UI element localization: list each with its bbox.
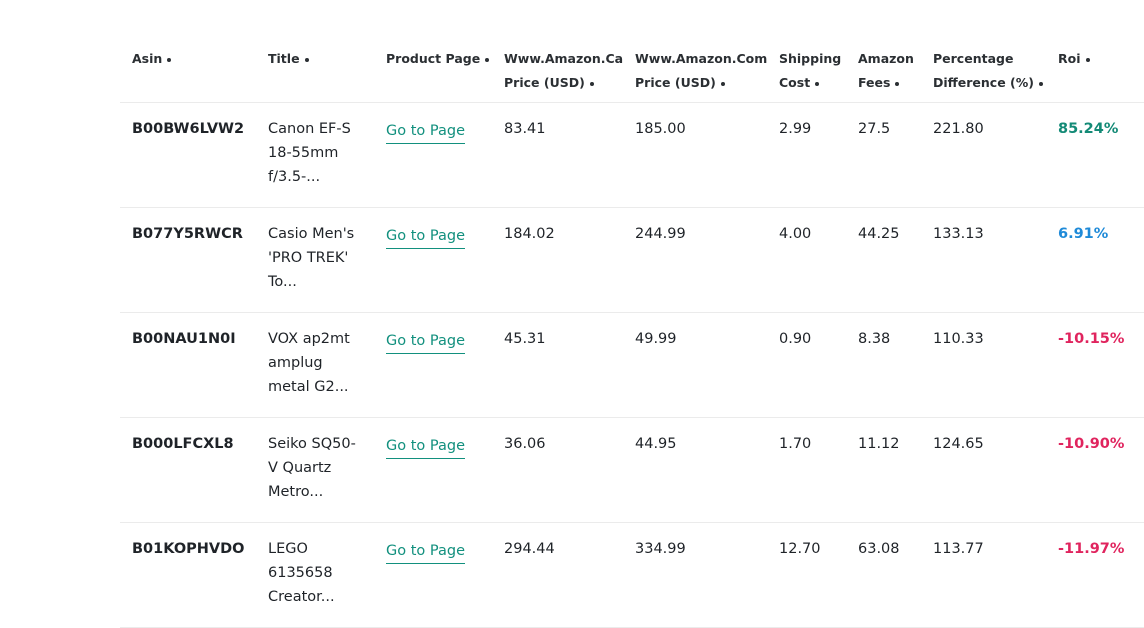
asin-cell: B00BW6LVW2 (132, 121, 245, 137)
shipping-cost-cell: 0.90 (779, 331, 812, 347)
title-cell: Seiko SQ50- V Quartz Metro... (268, 436, 356, 500)
sort-dot-icon (815, 81, 820, 86)
table-header: Asin Title Product Page Www.Amazon.Ca Pri… (120, 0, 1144, 103)
amazon-fees-cell: 44.25 (858, 226, 900, 242)
amazon-fees-cell: 8.38 (858, 331, 891, 347)
column-header-shipping-cost[interactable]: Shipping Cost (779, 47, 841, 95)
percentage-difference-cell: 124.65 (933, 436, 984, 452)
sort-dot-icon (167, 57, 172, 62)
sort-dot-icon (720, 81, 725, 86)
percentage-difference-cell: 221.80 (933, 121, 984, 137)
com-price-cell: 334.99 (635, 541, 686, 557)
roi-cell: 85.24% (1058, 121, 1119, 137)
column-header-title[interactable]: Title (268, 47, 309, 71)
shipping-cost-cell: 1.70 (779, 436, 812, 452)
go-to-page-link[interactable]: Go to Page (386, 436, 465, 459)
column-header-product-page[interactable]: Product Page (386, 47, 490, 71)
column-header-com-price[interactable]: Www.Amazon.Com Price (USD) (635, 47, 767, 95)
asin-cell: B00NAU1N0I (132, 331, 236, 347)
table-row: B00BW6LVW2 Canon EF-S 18-55mm f/3.5-... Go… (120, 103, 1144, 208)
amazon-fees-cell: 11.12 (858, 436, 900, 452)
table-row: B01KOPHVDO LEGO 6135658 Creator... Go to P… (120, 523, 1144, 628)
roi-cell: -11.97% (1058, 541, 1125, 557)
table-row: B00NAU1N0I VOX ap2mt amplug metal G2... Go… (120, 313, 1144, 418)
title-cell: LEGO 6135658 Creator... (268, 541, 335, 605)
column-header-percentage-difference[interactable]: Percentage Difference (%) (933, 47, 1043, 95)
shipping-cost-cell: 12.70 (779, 541, 821, 557)
ca-price-cell: 294.44 (504, 541, 555, 557)
percentage-difference-cell: 110.33 (933, 331, 984, 347)
com-price-cell: 185.00 (635, 121, 686, 137)
roi-cell: -10.15% (1058, 331, 1125, 347)
ca-price-cell: 45.31 (504, 331, 546, 347)
go-to-page-link[interactable]: Go to Page (386, 541, 465, 564)
com-price-cell: 44.95 (635, 436, 677, 452)
title-cell: Canon EF-S 18-55mm f/3.5-... (268, 121, 351, 185)
amazon-fees-cell: 27.5 (858, 121, 891, 137)
column-header-asin[interactable]: Asin (132, 47, 172, 71)
column-header-ca-price[interactable]: Www.Amazon.Ca Price (USD) (504, 47, 623, 95)
amazon-fees-cell: 63.08 (858, 541, 900, 557)
ca-price-cell: 83.41 (504, 121, 546, 137)
title-cell: Casio Men's 'PRO TREK' To... (268, 226, 355, 290)
sort-dot-icon (589, 81, 594, 86)
com-price-cell: 49.99 (635, 331, 677, 347)
column-header-roi[interactable]: Roi (1058, 47, 1090, 71)
go-to-page-link[interactable]: Go to Page (386, 121, 465, 144)
ca-price-cell: 184.02 (504, 226, 555, 242)
asin-cell: B077Y5RWCR (132, 226, 243, 242)
shipping-cost-cell: 4.00 (779, 226, 812, 242)
sort-dot-icon (895, 81, 900, 86)
percentage-difference-cell: 113.77 (933, 541, 984, 557)
com-price-cell: 244.99 (635, 226, 686, 242)
sort-dot-icon (304, 57, 309, 62)
sort-dot-icon (485, 57, 490, 62)
asin-cell: B01KOPHVDO (132, 541, 245, 557)
shipping-cost-cell: 2.99 (779, 121, 812, 137)
column-header-amazon-fees[interactable]: Amazon Fees (858, 47, 914, 95)
table-row: B077Y5RWCR Casio Men's 'PRO TREK' To... Go… (120, 208, 1144, 313)
table-row: B000LFCXL8 Seiko SQ50- V Quartz Metro... G… (120, 418, 1144, 523)
title-cell: VOX ap2mt amplug metal G2... (268, 331, 350, 395)
roi-cell: -10.90% (1058, 436, 1125, 452)
go-to-page-link[interactable]: Go to Page (386, 226, 465, 249)
sort-dot-icon (1085, 57, 1090, 62)
asin-cell: B000LFCXL8 (132, 436, 234, 452)
percentage-difference-cell: 133.13 (933, 226, 984, 242)
sort-dot-icon (1039, 81, 1043, 86)
go-to-page-link[interactable]: Go to Page (386, 331, 465, 354)
ca-price-cell: 36.06 (504, 436, 546, 452)
roi-cell: 6.91% (1058, 226, 1109, 242)
product-table: Asin Title Product Page Www.Amazon.Ca Pri… (120, 0, 1144, 628)
